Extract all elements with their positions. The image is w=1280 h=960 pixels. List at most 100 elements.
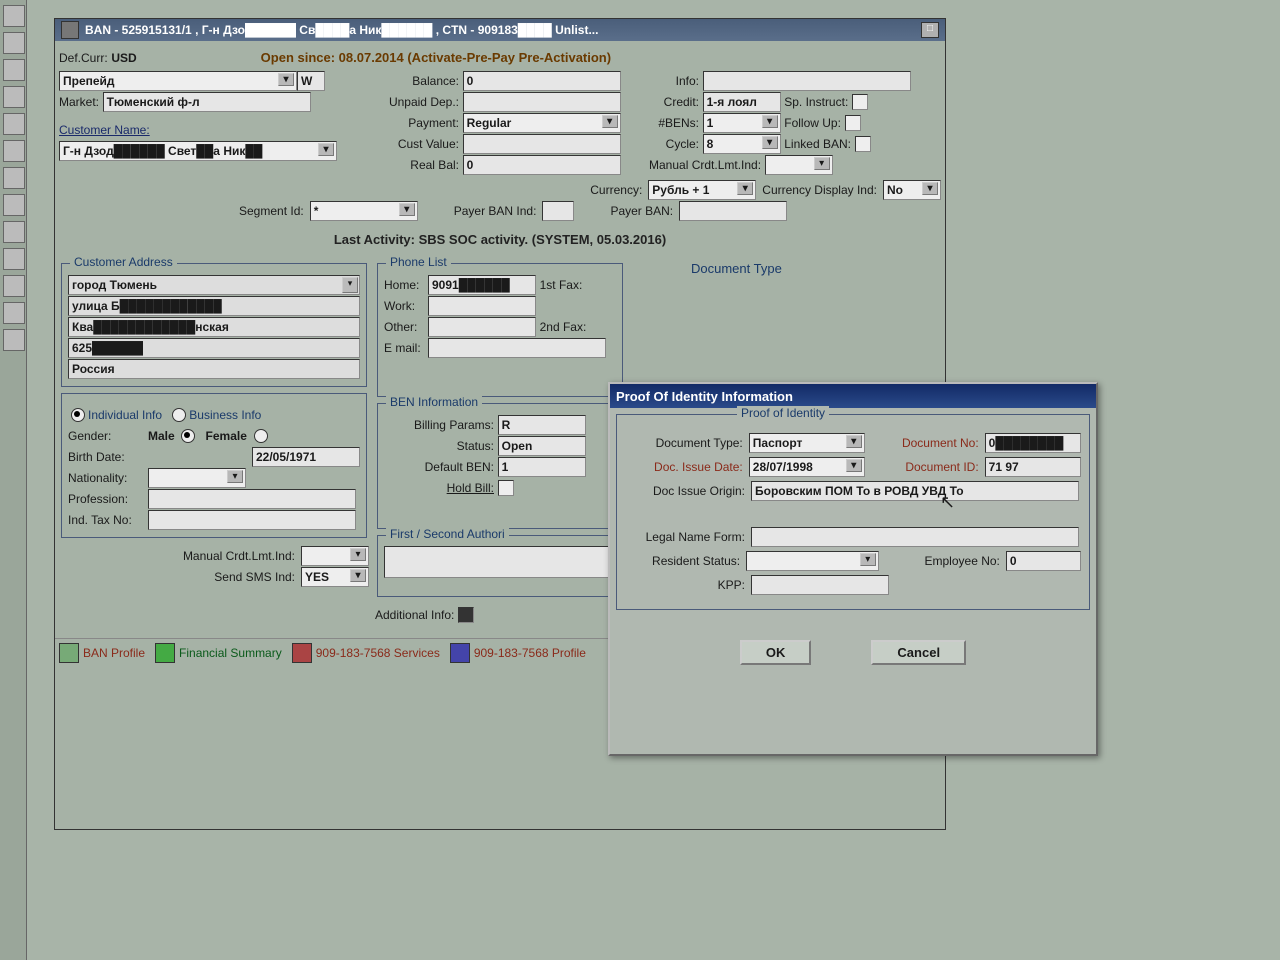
plan-dropdown[interactable]: Препейд — [59, 71, 297, 91]
profile2-icon — [450, 643, 470, 663]
home-field[interactable]: 9091██████ — [428, 275, 536, 295]
billing-field[interactable]: R — [498, 415, 586, 435]
address-line: город Тюмень — [68, 275, 360, 295]
tool-icon[interactable] — [3, 275, 25, 297]
customer-address-group: Customer Address город Тюмень ▾ улица Б█… — [61, 263, 367, 387]
work-field[interactable] — [428, 296, 536, 316]
modal-legend: Proof of Identity — [737, 406, 829, 420]
real-bal-field: 0 — [463, 155, 621, 175]
tool-icon[interactable] — [3, 59, 25, 81]
business-radio[interactable] — [172, 408, 186, 422]
male-radio[interactable] — [181, 429, 195, 443]
tool-icon[interactable] — [3, 5, 25, 27]
currency-label: Currency: — [590, 183, 642, 197]
payer-ban-field[interactable] — [679, 201, 787, 221]
bens-dropdown[interactable]: 1 — [703, 113, 781, 133]
doc-id-label: Document ID: — [871, 460, 979, 474]
ben-info-group: BEN Information Billing Params: R Status… — [377, 403, 623, 529]
modal-titlebar[interactable]: Proof Of Identity Information — [610, 384, 1096, 408]
follow-up-check[interactable] — [845, 115, 861, 131]
titlebar[interactable]: BAN - 525915131/1 , Г-н Дзо██████ Св████… — [55, 19, 945, 41]
ban-profile-tab[interactable]: BAN Profile — [59, 643, 145, 663]
currency-display-dropdown[interactable]: No — [883, 180, 941, 200]
left-toolbar — [0, 0, 27, 960]
resident-dropdown[interactable] — [746, 551, 879, 571]
financial-summary-tab[interactable]: Financial Summary — [155, 643, 282, 663]
hold-bill-check[interactable] — [498, 480, 514, 496]
tool-icon[interactable] — [3, 248, 25, 270]
authori-field[interactable] — [384, 546, 612, 578]
default-ben-field[interactable]: 1 — [498, 457, 586, 477]
female-radio[interactable] — [254, 429, 268, 443]
doc-id-field[interactable]: 71 97 — [985, 457, 1081, 477]
last-activity: Last Activity: SBS SOC activity. (SYSTEM… — [59, 222, 941, 257]
market-label: Market: — [59, 95, 99, 109]
hold-bill-label[interactable]: Hold Bill: — [384, 481, 494, 495]
cancel-button[interactable]: Cancel — [871, 640, 966, 665]
maximize-button[interactable]: □ — [921, 22, 939, 38]
customer-name-field[interactable]: Г-н Дзод██████ Свет██а Ник██ — [59, 141, 337, 161]
nationality-dropdown[interactable] — [148, 468, 246, 488]
manual-crdt2-dropdown[interactable] — [301, 546, 369, 566]
ok-button[interactable]: OK — [740, 640, 812, 665]
ind-tax-field[interactable] — [148, 510, 356, 530]
currency-dropdown[interactable]: Рубль + 1 — [648, 180, 756, 200]
tool-icon[interactable] — [3, 113, 25, 135]
customer-name-label[interactable]: Customer Name: — [59, 123, 150, 137]
birth-field[interactable]: 22/05/1971 — [252, 447, 360, 467]
issue-origin-field[interactable]: Боровским ПОМ То в РОВД УВД То — [751, 481, 1079, 501]
tool-icon[interactable] — [3, 221, 25, 243]
kpp-label: KPP: — [625, 578, 745, 592]
phone-legend: Phone List — [386, 255, 451, 269]
tool-icon[interactable] — [3, 302, 25, 324]
legal-name-label: Legal Name Form: — [625, 530, 745, 544]
additional-info-check[interactable] — [458, 607, 474, 623]
legal-name-field[interactable] — [751, 527, 1079, 547]
employee-no-field[interactable]: 0 — [1006, 551, 1081, 571]
payment-label: Payment: — [359, 116, 459, 130]
birth-label: Birth Date: — [68, 450, 148, 464]
gender-label: Gender: — [68, 429, 148, 443]
tool-icon[interactable] — [3, 194, 25, 216]
address-dropdown-icon[interactable]: ▾ — [342, 277, 358, 293]
system-menu-icon[interactable] — [61, 21, 79, 39]
payment-dropdown[interactable]: Regular — [463, 113, 621, 133]
email-label: E mail: — [384, 341, 428, 355]
individual-radio[interactable] — [71, 408, 85, 422]
tool-icon[interactable] — [3, 167, 25, 189]
manual-crdt-dropdown[interactable] — [765, 155, 833, 175]
tool-icon[interactable] — [3, 329, 25, 351]
address-line: Ква████████████нская — [68, 317, 360, 337]
cycle-dropdown[interactable]: 8 — [703, 134, 781, 154]
segment-id-dropdown[interactable]: * — [310, 201, 418, 221]
sp-instruct-check[interactable] — [852, 94, 868, 110]
tool-icon[interactable] — [3, 86, 25, 108]
other-field[interactable] — [428, 317, 536, 337]
ind-tax-label: Ind. Tax No: — [68, 513, 148, 527]
profile-tab[interactable]: 909-183-7568 Profile — [450, 643, 586, 663]
cust-value-label: Cust Value: — [359, 137, 459, 151]
tool-icon[interactable] — [3, 32, 25, 54]
profession-field[interactable] — [148, 489, 356, 509]
tool-icon[interactable] — [3, 140, 25, 162]
payer-ban-label: Payer BAN: — [610, 204, 673, 218]
business-label: Business Info — [189, 408, 261, 422]
unpaid-dep-label: Unpaid Dep.: — [359, 95, 459, 109]
kpp-field[interactable] — [751, 575, 889, 595]
send-sms-label: Send SMS Ind: — [214, 570, 295, 584]
send-sms-dropdown[interactable]: YES — [301, 567, 369, 587]
proof-of-identity-group: Proof of Identity Document Type: Паспорт… — [616, 414, 1090, 610]
modal-title: Proof Of Identity Information — [616, 389, 793, 404]
plan-suffix: W — [297, 71, 325, 91]
address-line: улица Б████████████ — [68, 296, 360, 316]
linked-ban-check[interactable] — [855, 136, 871, 152]
doc-no-field[interactable]: 0████████ — [985, 433, 1081, 453]
services-tab[interactable]: 909-183-7568 Services — [292, 643, 440, 663]
doctype-heading: Document Type — [631, 257, 911, 276]
issue-date-field[interactable]: 28/07/1998 — [749, 457, 865, 477]
email-field[interactable] — [428, 338, 606, 358]
payer-ban-ind-field[interactable] — [542, 201, 574, 221]
currency-display-label: Currency Display Ind: — [762, 183, 877, 197]
issue-origin-label: Doc Issue Origin: — [625, 484, 745, 498]
doc-type-dropdown[interactable]: Паспорт — [749, 433, 865, 453]
